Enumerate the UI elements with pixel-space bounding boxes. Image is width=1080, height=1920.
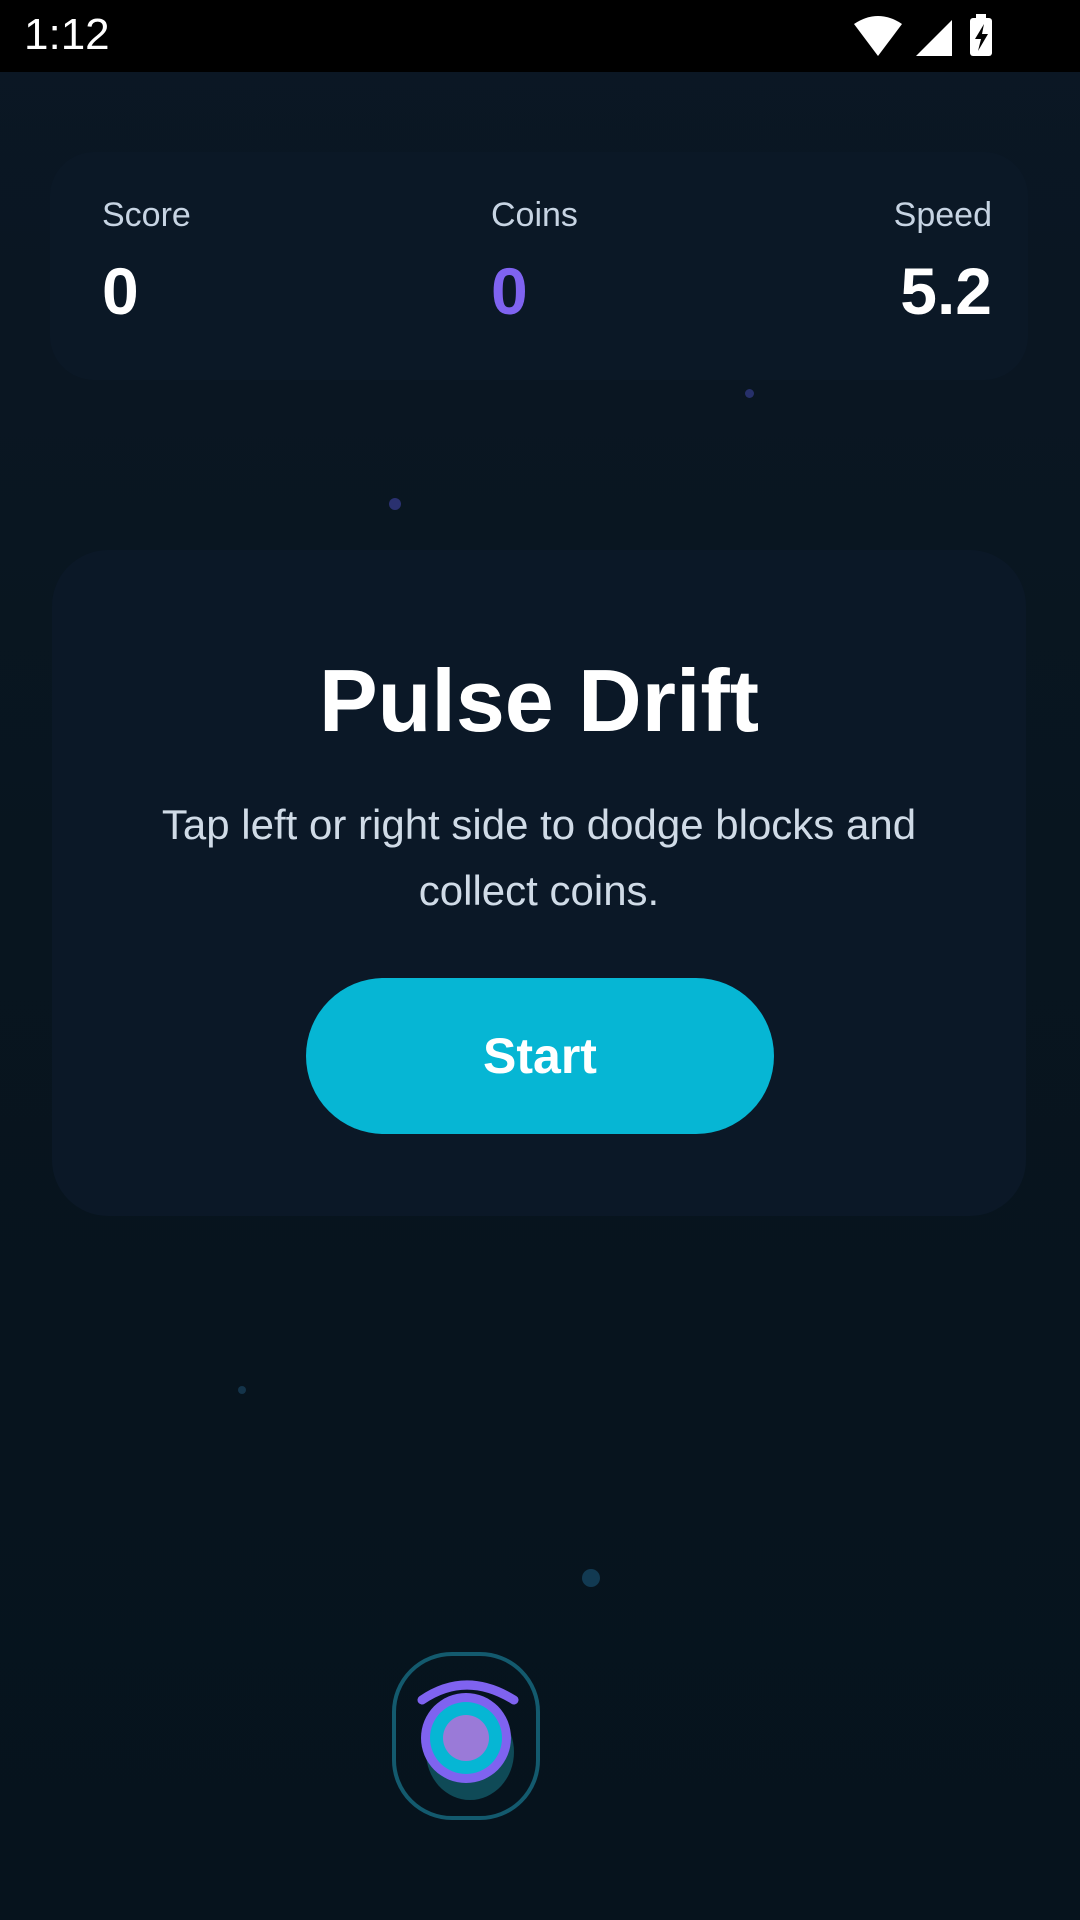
- status-icons: [854, 14, 992, 56]
- player: [392, 1652, 540, 1820]
- coins-stat: Coins 0: [491, 196, 578, 329]
- coins-label: Coins: [491, 196, 578, 234]
- score-value: 0: [102, 254, 139, 328]
- background-star: [745, 389, 754, 398]
- wifi-icon: [854, 16, 902, 56]
- status-bar: 1:12: [0, 0, 1080, 72]
- start-button[interactable]: Start: [306, 978, 774, 1134]
- speed-label: Speed: [893, 196, 992, 234]
- background-star: [582, 1569, 600, 1587]
- score-stat: Score 0: [102, 196, 191, 329]
- score-label: Score: [102, 196, 191, 234]
- start-menu-card: Pulse Drift Tap left or right side to do…: [52, 550, 1026, 1216]
- battery-charging-icon: [970, 14, 992, 56]
- hud-panel: Score 0 Coins 0 Speed 5.2: [50, 152, 1028, 380]
- speed-stat: Speed 5.2: [894, 196, 992, 329]
- status-time: 1:12: [24, 10, 110, 59]
- speed-value: 5.2: [900, 254, 992, 328]
- signal-icon: [916, 20, 952, 56]
- instructions-text: Tap left or right side to dodge blocks a…: [161, 801, 917, 914]
- coins-value: 0: [491, 254, 528, 328]
- background-star: [238, 1386, 246, 1394]
- player-orb-icon: [417, 1680, 519, 1800]
- game-title: Pulse Drift: [318, 651, 760, 750]
- background-star: [389, 498, 401, 510]
